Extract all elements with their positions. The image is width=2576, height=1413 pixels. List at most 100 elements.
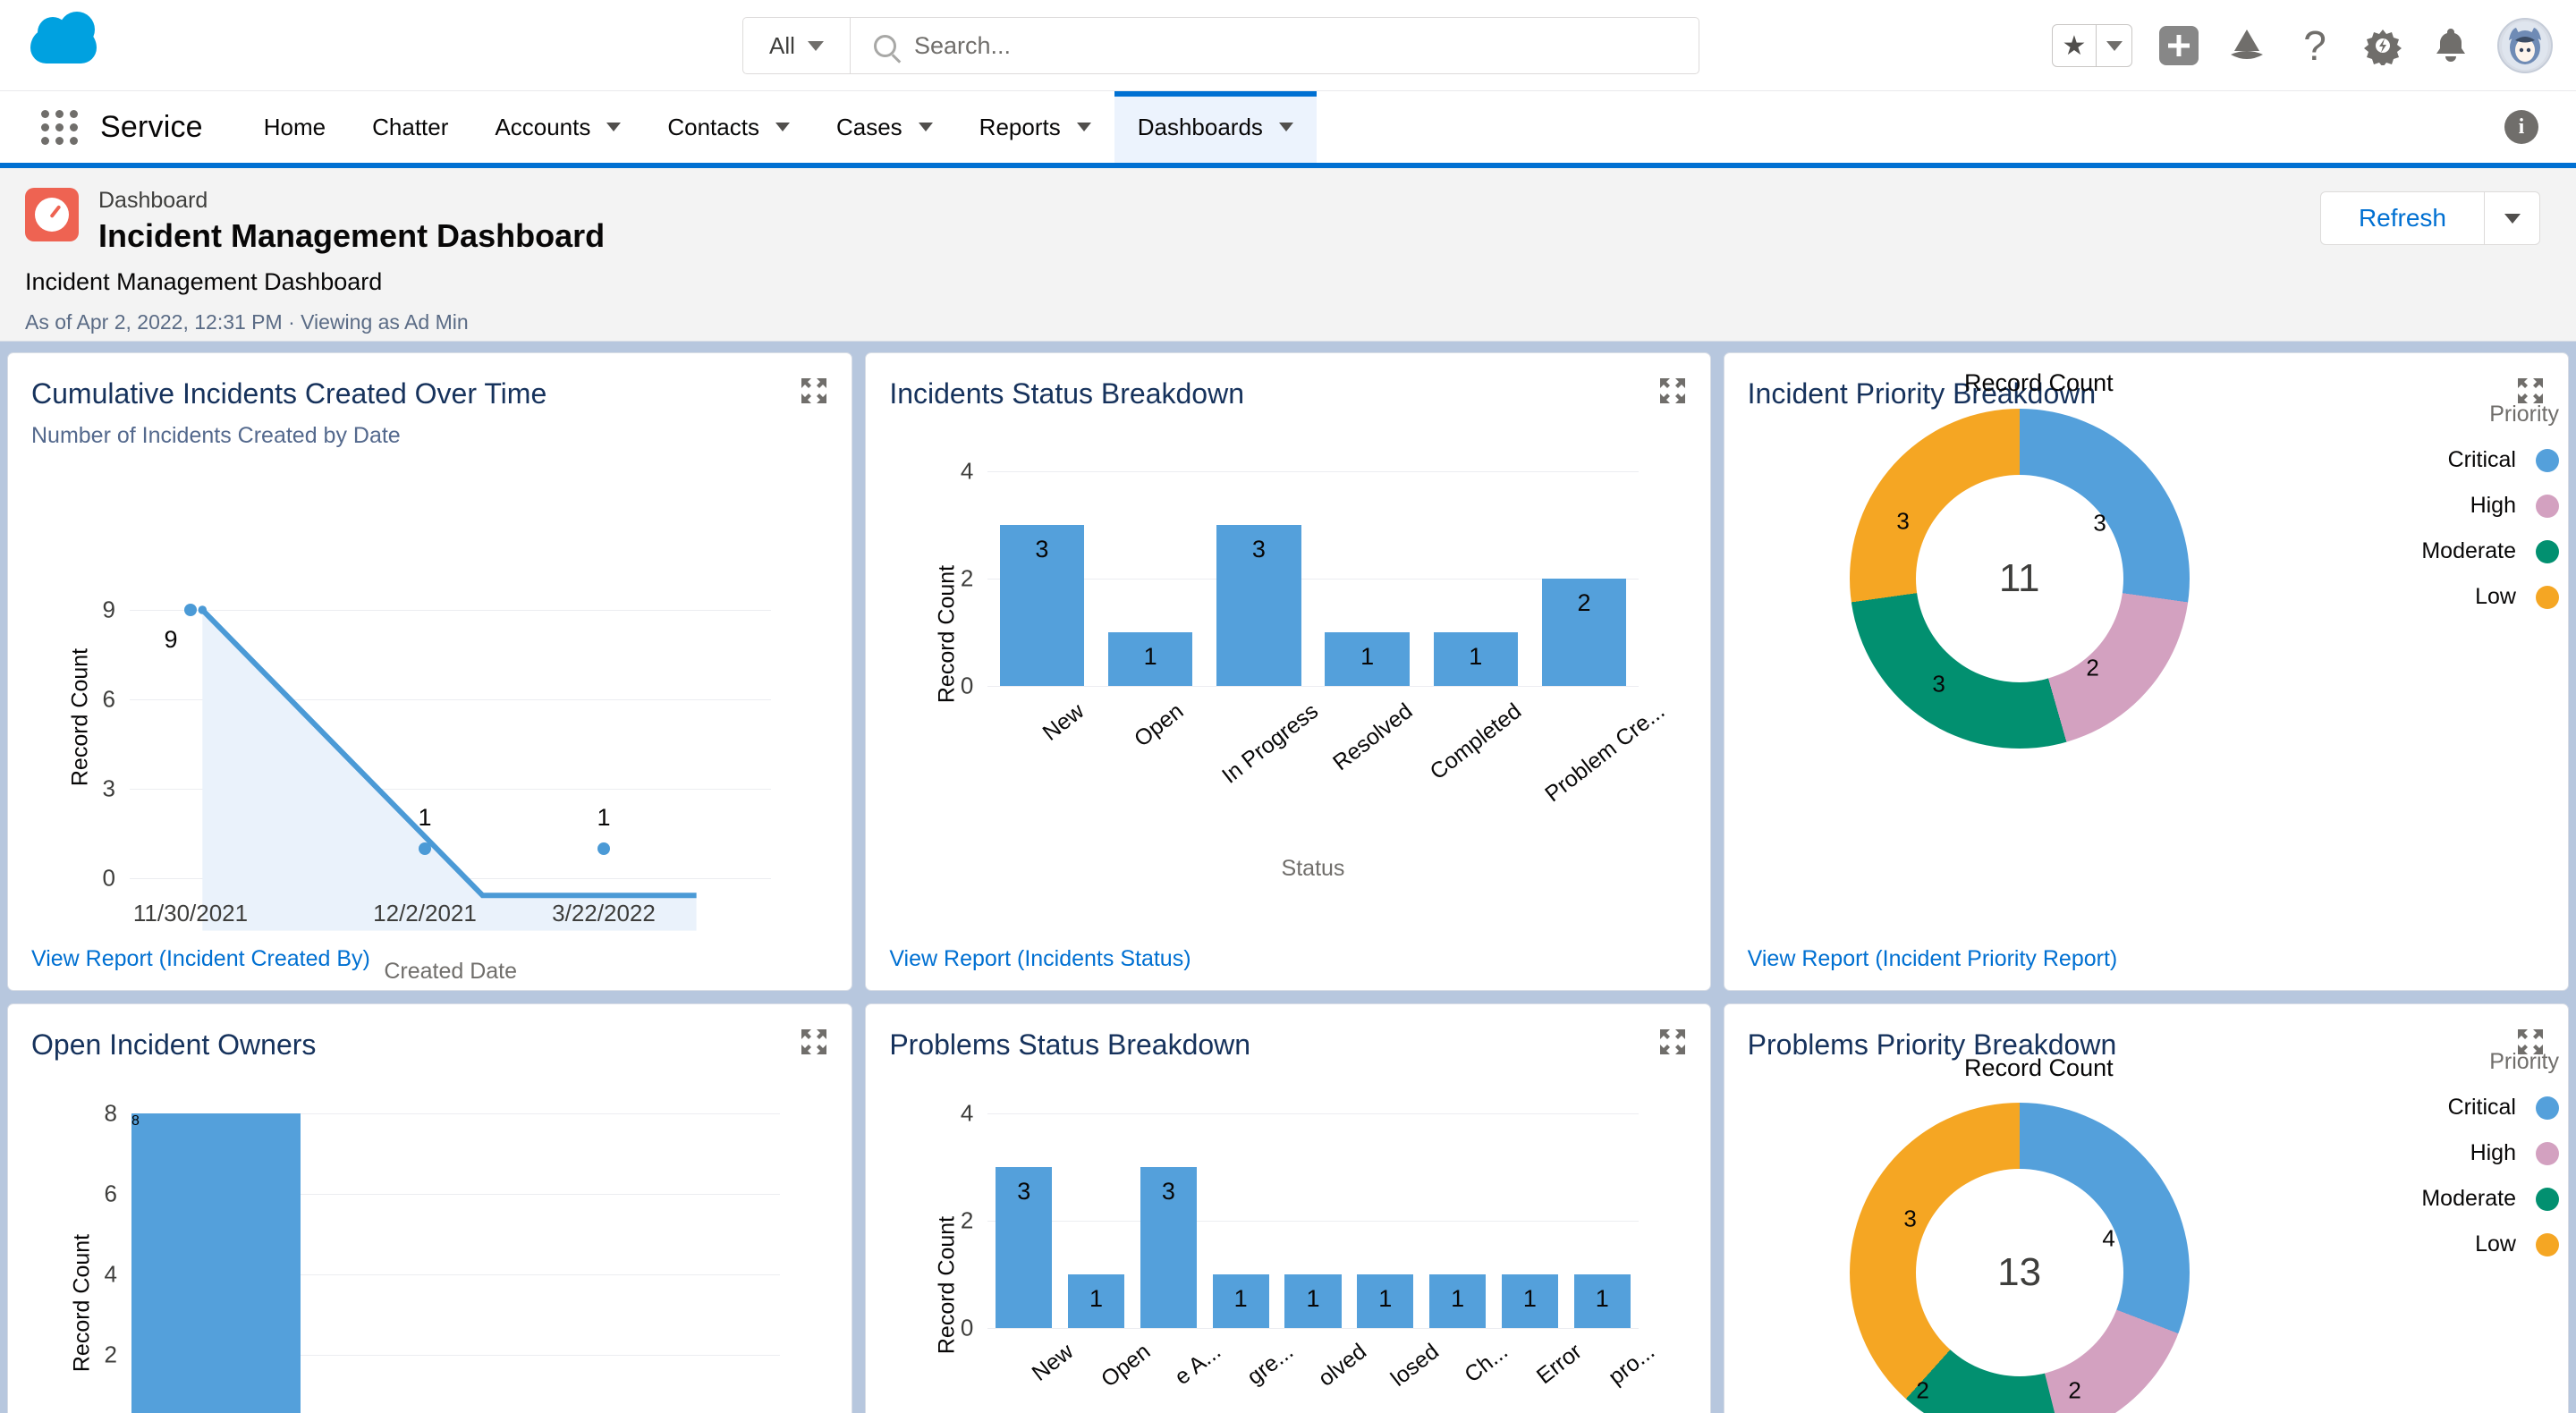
dashboard-meta: As of Apr 2, 2022, 12:31 PM · Viewing as… bbox=[25, 309, 469, 334]
legend-label: High bbox=[2470, 1140, 2516, 1165]
table-row[interactable]: 1 bbox=[1284, 1274, 1342, 1329]
donut-total: 13 bbox=[1915, 1169, 2123, 1376]
breadcrumb: Dashboard bbox=[98, 188, 208, 213]
y-tick-4: 4 bbox=[960, 457, 974, 485]
legend-item-critical[interactable]: Critical bbox=[2421, 447, 2559, 473]
y-tick-9: 9 bbox=[102, 596, 115, 623]
search-scope-selector[interactable]: All bbox=[743, 18, 851, 73]
chart-problems-priority: Record Count 13 4 2 2 3 Priority Critica… bbox=[1724, 1004, 2568, 1413]
legend-color-swatch bbox=[2535, 1232, 2559, 1256]
legend-title: Priority bbox=[2489, 402, 2559, 427]
table-row[interactable]: 1 bbox=[1429, 1274, 1487, 1329]
favorites-group[interactable]: ★ bbox=[2052, 24, 2132, 67]
expand-icon[interactable] bbox=[1658, 377, 1687, 405]
expand-icon[interactable] bbox=[800, 1028, 828, 1056]
slice-label-critical: 3 bbox=[2093, 509, 2106, 537]
data-point-1[interactable] bbox=[419, 842, 431, 856]
table-row[interactable]: 3 bbox=[1140, 1167, 1197, 1329]
add-icon[interactable] bbox=[2157, 24, 2200, 67]
table-row[interactable]: 1 bbox=[1433, 632, 1519, 687]
table-row[interactable]: 3 bbox=[1216, 525, 1301, 687]
nav-item-dashboards[interactable]: Dashboards bbox=[1114, 91, 1318, 163]
info-icon[interactable]: i bbox=[2504, 110, 2538, 144]
expand-icon[interactable] bbox=[1658, 1028, 1687, 1056]
table-row[interactable]: 2 bbox=[1541, 579, 1627, 687]
legend-item-moderate[interactable]: Moderate bbox=[2421, 538, 2559, 564]
table-row[interactable]: 1 bbox=[1357, 1274, 1414, 1329]
user-avatar[interactable] bbox=[2497, 18, 2553, 73]
legend-item-high[interactable]: High bbox=[2421, 493, 2559, 519]
search-input[interactable] bbox=[914, 31, 1699, 60]
notifications-bell-icon[interactable] bbox=[2429, 24, 2472, 67]
widget-title: Problems Status Breakdown bbox=[889, 1028, 1251, 1061]
x-axis-title: Created Date bbox=[384, 959, 518, 985]
search-icon bbox=[874, 34, 896, 57]
legend-title: Priority bbox=[2489, 1049, 2559, 1074]
chevron-down-icon bbox=[775, 123, 790, 131]
plot-area: 0 3 6 9 9 1 1 11/30/2021 12/2/2021 3/22/… bbox=[103, 597, 772, 984]
y-tick-2: 2 bbox=[960, 564, 974, 592]
app-name[interactable]: Service bbox=[100, 110, 203, 145]
slice-label-moderate: 3 bbox=[1932, 670, 1945, 698]
help-icon[interactable]: ? bbox=[2293, 24, 2336, 67]
table-row[interactable]: 1 bbox=[1501, 1274, 1558, 1329]
view-report-link[interactable]: View Report (Incidents Status) bbox=[889, 939, 1682, 972]
nav-item-contacts[interactable]: Contacts bbox=[644, 91, 813, 163]
app-launcher-icon[interactable] bbox=[41, 109, 78, 145]
slice-label-low: 3 bbox=[1896, 507, 1910, 535]
legend-color-swatch bbox=[2535, 539, 2559, 563]
table-row[interactable]: 3 bbox=[999, 525, 1085, 687]
data-point-2[interactable] bbox=[597, 842, 610, 856]
table-row[interactable]: 3 bbox=[996, 1167, 1053, 1329]
legend-item-high[interactable]: High bbox=[2421, 1140, 2559, 1166]
nav-item-label: Chatter bbox=[372, 113, 449, 140]
chevron-down-icon bbox=[1278, 123, 1293, 131]
legend-color-swatch bbox=[2535, 1187, 2559, 1211]
nav-item-home[interactable]: Home bbox=[241, 91, 349, 163]
table-row[interactable]: 1 bbox=[1325, 632, 1410, 687]
favorites-star-icon[interactable]: ★ bbox=[2053, 25, 2096, 66]
legend-color-swatch bbox=[2535, 1141, 2559, 1165]
salesforce-cloud-logo[interactable] bbox=[30, 11, 97, 69]
slice-label-low: 3 bbox=[1903, 1205, 1917, 1232]
widget-open-incident-owners: Open Incident Owners Record Count 8 6 4 … bbox=[7, 1003, 853, 1413]
favorites-dropdown-icon[interactable] bbox=[2096, 25, 2131, 66]
legend-item-low[interactable]: Low bbox=[2421, 1231, 2559, 1257]
expand-icon[interactable] bbox=[800, 377, 828, 405]
bar-value: 1 bbox=[1378, 1285, 1393, 1313]
widget-incidents-status-breakdown: Incidents Status Breakdown Record Count … bbox=[865, 352, 1711, 991]
nav-item-chatter[interactable]: Chatter bbox=[349, 91, 471, 163]
nav-item-accounts[interactable]: Accounts bbox=[471, 91, 644, 163]
legend-item-moderate[interactable]: Moderate bbox=[2421, 1186, 2559, 1212]
trailhead-icon[interactable] bbox=[2225, 24, 2268, 67]
table-row[interactable]: 1 bbox=[1068, 1274, 1125, 1329]
x-axis-title: Status bbox=[1281, 856, 1345, 882]
data-point-0[interactable] bbox=[184, 604, 197, 617]
global-search[interactable]: All bbox=[742, 17, 1699, 74]
table-row[interactable]: 8 bbox=[131, 1113, 301, 1413]
y-tick-2: 2 bbox=[104, 1341, 117, 1368]
point-label-2: 1 bbox=[597, 804, 611, 832]
bar-series: 3 1 3 1 1 2 bbox=[987, 471, 1638, 687]
refresh-button[interactable]: Refresh bbox=[2321, 192, 2484, 244]
chevron-down-icon bbox=[606, 123, 622, 131]
setup-gear-icon[interactable] bbox=[2361, 24, 2404, 67]
y-axis-title: Record Count bbox=[67, 648, 93, 787]
legend-item-low[interactable]: Low bbox=[2421, 584, 2559, 610]
chart-caption: Record Count bbox=[1964, 369, 2114, 396]
nav-item-reports[interactable]: Reports bbox=[956, 91, 1114, 163]
legend-item-critical[interactable]: Critical bbox=[2421, 1095, 2559, 1121]
nav-item-cases[interactable]: Cases bbox=[813, 91, 956, 163]
x-tick-label: losed bbox=[1385, 1339, 1444, 1392]
table-row[interactable]: 1 bbox=[1573, 1274, 1631, 1329]
page-header: Dashboard Incident Management Dashboard … bbox=[0, 168, 2576, 342]
chevron-down-icon bbox=[1076, 123, 1091, 131]
bar-value: 3 bbox=[1251, 536, 1266, 563]
legend-label: Low bbox=[2475, 584, 2516, 609]
y-tick-6: 6 bbox=[104, 1180, 117, 1207]
refresh-menu-button[interactable] bbox=[2484, 192, 2539, 244]
table-row[interactable]: 1 bbox=[1107, 632, 1193, 687]
widget-problems-status-breakdown: Problems Status Breakdown Record Count 0… bbox=[865, 1003, 1711, 1413]
bar-series: 3 1 3 1 1 1 1 1 1 bbox=[987, 1113, 1638, 1329]
table-row[interactable]: 1 bbox=[1212, 1274, 1269, 1329]
